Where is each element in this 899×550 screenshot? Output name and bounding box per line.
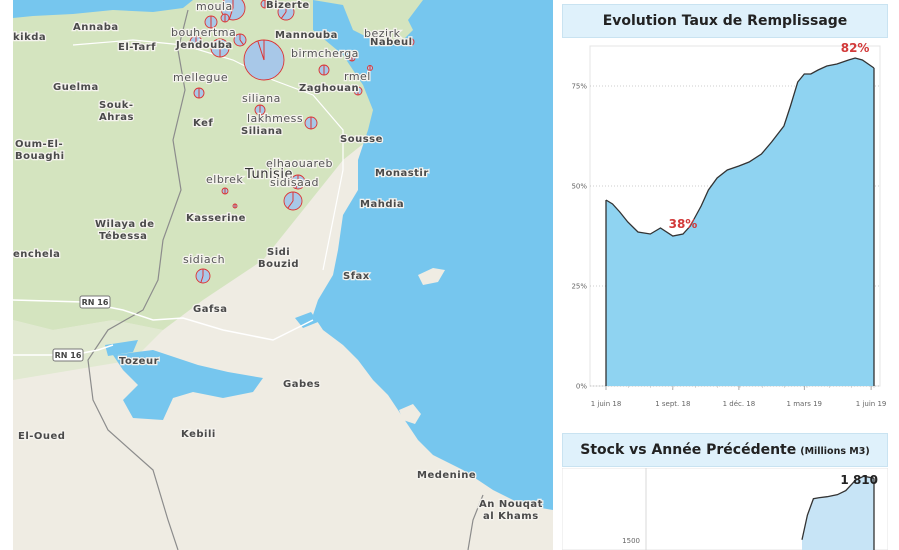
dam-bubble[interactable] xyxy=(232,203,238,209)
label-oum-el-bouaghi-1: Oum-El- xyxy=(15,139,63,150)
stock-y-tick-label: 1500 xyxy=(622,537,640,545)
stock-chart[interactable]: 1500 1 810 xyxy=(562,468,888,550)
label-bouhertma: bouhertma xyxy=(171,26,236,39)
x-tick-label: 1 juin 19 xyxy=(856,400,887,408)
label-oum-el-bouaghi-2: Bouaghi xyxy=(15,151,65,162)
dam-bubble[interactable] xyxy=(221,187,229,195)
dam-bubble[interactable] xyxy=(243,39,285,81)
label-kebili: Kebili xyxy=(181,429,216,440)
label-guelma: Guelma xyxy=(53,82,99,93)
y-tick-label: 25% xyxy=(571,283,587,291)
label-medenine: Medenine xyxy=(417,470,476,481)
x-tick-label: 1 mars 19 xyxy=(787,400,822,408)
label-souk-ahras-1: Souk- xyxy=(99,100,134,111)
fill-rate-chart[interactable]: 0% 25% 50% 75% 1 juin 18 1 sept. 18 1 déc. 18 1… xyxy=(562,40,888,415)
fill-rate-panel-title: Evolution Taux de Remplissage xyxy=(562,4,888,38)
stock-title-text: Stock vs Année Précédente xyxy=(580,442,797,458)
stock-unit-text: (Millions M3) xyxy=(800,446,870,457)
max-fill-label: 82% xyxy=(841,41,870,55)
min-fill-label: 38% xyxy=(669,217,698,231)
dam-bubble[interactable] xyxy=(220,13,230,23)
y-tick-label: 75% xyxy=(571,83,587,91)
label-zaghouan: Zaghouan xyxy=(299,83,359,94)
label-sidisaad: sidisaad xyxy=(270,176,319,189)
y-tick-label: 50% xyxy=(571,183,587,191)
label-moula: moula xyxy=(196,0,233,13)
stock-panel-title: Stock vs Année Précédente (Millions M3) xyxy=(562,433,888,467)
label-sidiach: sidiach xyxy=(183,253,225,266)
dam-bubble[interactable] xyxy=(283,191,303,211)
label-monastir: Monastir xyxy=(375,168,429,179)
label-gafsa: Gafsa xyxy=(193,304,228,315)
dam-bubble[interactable] xyxy=(318,64,330,76)
y-tick-label: 0% xyxy=(576,383,587,391)
label-lakhmess: lakhmess xyxy=(247,112,303,125)
label-kef: Kef xyxy=(193,118,213,129)
label-mannouba: Mannouba xyxy=(275,30,338,41)
label-an-nouqat-2: al Khams xyxy=(483,511,539,522)
label-gabes: Gabes xyxy=(283,379,320,390)
label-birmcherga: birmcherga xyxy=(291,47,359,60)
label-souk-ahras-2: Ahras xyxy=(99,112,134,123)
label-mellegue: mellegue xyxy=(173,71,228,84)
fill-rate-title-text: Evolution Taux de Remplissage xyxy=(602,13,848,29)
label-rmel: rmel xyxy=(344,70,371,83)
dam-bubble[interactable] xyxy=(195,268,211,284)
label-mahdia: Mahdia xyxy=(360,199,404,210)
x-tick-label: 1 déc. 18 xyxy=(723,400,756,408)
label-annaba: Annaba xyxy=(73,22,119,33)
label-el-oued: El-Oued xyxy=(18,431,65,442)
label-elbrek: elbrek xyxy=(206,173,243,186)
label-sidi-bouzid-1: Sidi xyxy=(267,247,290,258)
x-tick-label: 1 sept. 18 xyxy=(655,400,690,408)
label-siliana: Siliana xyxy=(241,126,283,137)
dam-bubble[interactable] xyxy=(304,116,318,130)
label-sousse: Sousse xyxy=(340,134,383,145)
road-shield-rn16-north: RN 16 xyxy=(79,295,111,309)
x-tick-label: 1 juin 18 xyxy=(591,400,622,408)
svg-text:RN 16: RN 16 xyxy=(82,298,109,307)
dam-bubble[interactable] xyxy=(193,87,205,99)
label-sfax: Sfax xyxy=(343,271,370,282)
label-tebessa-1: Wilaya de xyxy=(95,219,155,230)
label-jendouba: Jendouba xyxy=(175,40,233,51)
label-sidi-bouzid-2: Bouzid xyxy=(258,259,299,270)
stock-current-label: 1 810 xyxy=(840,473,878,487)
label-bizerte: Bizerte xyxy=(266,0,310,11)
svg-text:RN 16: RN 16 xyxy=(55,351,82,360)
label-nabeul: Nabeul xyxy=(370,37,413,48)
reservoir-map[interactable]: RN 16 RN 16 moula Bizerte Annaba kikda E… xyxy=(13,0,553,550)
label-el-tarf: El-Tarf xyxy=(118,42,156,53)
label-tozeur: Tozeur xyxy=(119,356,159,367)
road-shield-rn16-south: RN 16 xyxy=(52,348,84,362)
label-khenchela: enchela xyxy=(13,249,60,260)
label-an-nouqat-1: An Nouqat xyxy=(479,499,543,510)
map-canvas[interactable]: RN 16 RN 16 moula Bizerte Annaba kikda E… xyxy=(13,0,553,550)
label-siliana-dam: siliana xyxy=(242,92,281,105)
label-kasserine: Kasserine xyxy=(186,213,246,224)
label-tebessa-2: Tébessa xyxy=(99,230,147,242)
label-skikda: kikda xyxy=(13,32,46,43)
